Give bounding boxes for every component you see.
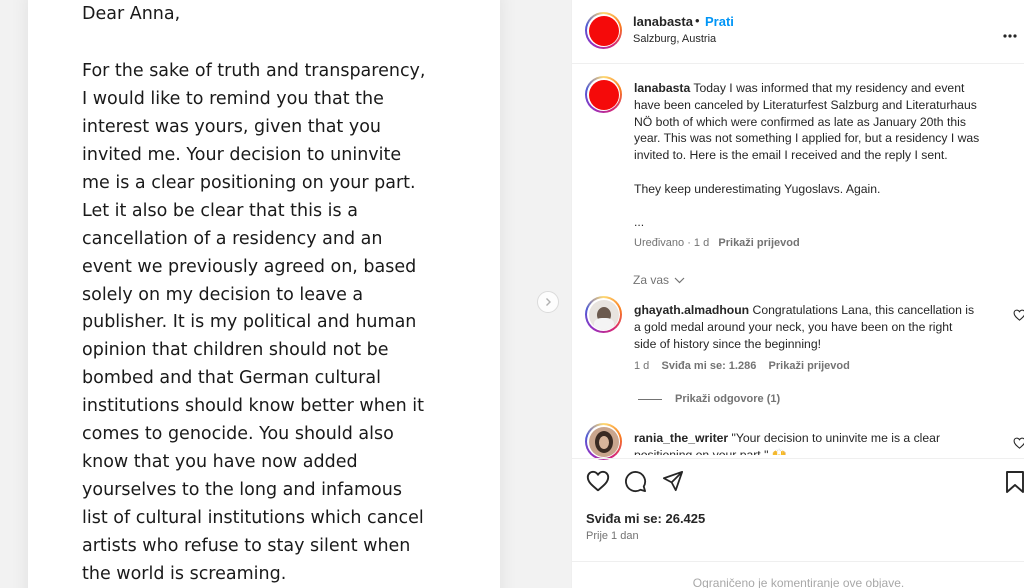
like-comment-button[interactable] — [1013, 308, 1024, 326]
caption-line: have been canceled by Literaturfest Salz… — [634, 97, 977, 112]
heart-icon — [586, 470, 610, 492]
commenter-avatar[interactable] — [585, 423, 622, 460]
letter-line: event we previously agreed on, based — [82, 256, 417, 277]
comment-line: a gold medal around your neck, you have … — [634, 320, 953, 334]
show-replies-button[interactable]: Prikaži odgovore (1) — [675, 393, 780, 405]
edited-label: Uređivano · 1 d — [634, 237, 710, 249]
post-caption: lanabasta Today I was informed that my r… — [634, 80, 1004, 231]
letter-greeting: Dear Anna, — [82, 4, 181, 24]
comments-restricted-notice: Ograničeno je komentiranje ove objave. — [692, 576, 905, 588]
save-button[interactable] — [1005, 470, 1024, 499]
letter-body: For the sake of truth and transparency, … — [82, 58, 426, 588]
more-options-button[interactable] — [1003, 25, 1017, 43]
bookmark-icon — [1006, 471, 1024, 493]
separator-dot: • — [695, 13, 700, 28]
header-divider — [572, 63, 1024, 64]
share-button[interactable] — [662, 470, 684, 497]
author-avatar[interactable] — [585, 12, 622, 49]
commenter-username[interactable]: rania_the_writer — [634, 431, 728, 445]
chevron-right-icon — [546, 298, 551, 306]
comment-line: positioning on your part." 🙌 — [634, 448, 787, 455]
letter-line: artists who refuse to stay silent when — [82, 535, 411, 556]
comment-likes-link[interactable]: Sviđa mi se: 1.286 — [662, 360, 757, 372]
letter-line: invited me. Your decision to uninvite — [82, 144, 402, 165]
caption-avatar[interactable] — [585, 76, 622, 113]
letter-line: the world is screaming. — [82, 563, 287, 584]
comment-item: rania_the_writer "Your decision to uninv… — [634, 430, 994, 455]
letter-line: Let it also be clear that this is a — [82, 200, 358, 221]
like-button[interactable] — [586, 470, 610, 497]
chevron-down-icon — [674, 277, 685, 284]
comment-meta: 1 d Sviđa mi se: 1.286 Prikaži prijevod — [634, 360, 850, 372]
comment-item: ghayath.almadhoun Congratulations Lana, … — [634, 302, 994, 353]
heart-icon — [1013, 309, 1024, 321]
share-icon — [662, 470, 684, 492]
caption-meta: Uređivano · 1 d Prikaži prijevod — [634, 237, 800, 249]
post-timestamp[interactable]: Prije 1 dan — [586, 530, 639, 542]
comment-sort-label: Za vas — [633, 273, 670, 287]
caption-username[interactable]: lanabasta — [634, 81, 690, 95]
post-panel: lanabasta • Prati Salzburg, Austria lana… — [571, 0, 1024, 588]
comment-sort-dropdown[interactable]: Za vas — [633, 273, 685, 287]
author-username[interactable]: lanabasta — [633, 14, 693, 29]
letter-line: opinion that children should not be — [82, 340, 389, 361]
heart-icon — [1013, 437, 1024, 449]
letter-line: I would like to remind you that the — [82, 88, 384, 109]
letter-line: list of cultural institutions which canc… — [82, 508, 424, 528]
letter-line: solely on my decision to leave a — [82, 284, 364, 305]
caption-line: lanabasta Today I was informed that my r… — [634, 81, 965, 95]
comment-age: 1 d — [634, 360, 650, 372]
letter-line: interest was yours, given that you — [82, 116, 382, 137]
translate-caption-link[interactable]: Prikaži prijevod — [718, 237, 799, 249]
letter-line: publisher. It is my political and human — [82, 312, 417, 333]
letter-line: comes to genocide. You should also — [82, 424, 394, 445]
more-horizontal-icon — [1003, 34, 1017, 38]
follow-button[interactable]: Prati — [705, 14, 734, 29]
footer-divider — [572, 561, 1024, 562]
replies-divider — [638, 399, 662, 400]
actions-divider — [572, 458, 1024, 459]
like-comment-button[interactable] — [1013, 436, 1024, 454]
letter-line: yourselves to the long and infamous — [82, 480, 402, 501]
caption-line: invited to. Here is the email I received… — [634, 148, 948, 163]
post-location[interactable]: Salzburg, Austria — [633, 33, 716, 45]
letter-line: know that you have now added — [82, 452, 358, 473]
post-media: Dear Anna, For the sake of truth and tra… — [0, 0, 571, 588]
letter-line: bombed and that German cultural — [82, 368, 381, 389]
letter-line: institutions should know better when it — [82, 396, 424, 417]
letter-line: cancellation of a residency and an — [82, 228, 383, 249]
translate-comment-link[interactable]: Prikaži prijevod — [769, 360, 850, 372]
caption-line: They keep underestimating Yugoslavs. Aga… — [634, 181, 881, 196]
commenter-avatar[interactable] — [585, 296, 622, 333]
comment-line: side of history since the beginning! — [634, 337, 821, 351]
letter-line: For the sake of truth and transparency, — [82, 61, 426, 81]
post-likes[interactable]: Sviđa mi se: 26.425 — [586, 511, 705, 526]
carousel-next-button[interactable] — [537, 291, 559, 313]
commenter-username[interactable]: ghayath.almadhoun — [634, 303, 749, 317]
caption-ellipsis: ... — [634, 215, 645, 230]
comment-icon — [625, 471, 647, 493]
letter-line: me is a clear positioning on your part. — [82, 172, 416, 193]
comment-button[interactable] — [624, 470, 647, 498]
caption-line: year. This was not something I applied f… — [634, 131, 980, 146]
caption-line: NÖ both of which were confirmed as late … — [634, 114, 966, 129]
